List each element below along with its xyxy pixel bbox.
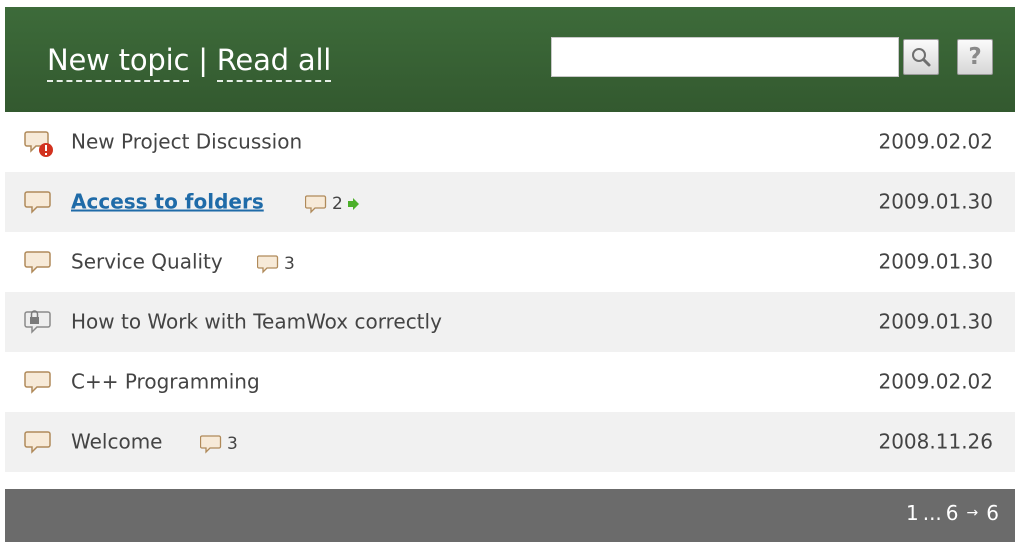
comment-icon xyxy=(24,431,51,454)
page-last-link[interactable]: 6 xyxy=(986,501,999,525)
comment-icon xyxy=(24,251,51,274)
topic-title-link[interactable]: Access to folders xyxy=(71,190,264,214)
topic-date: 2009.01.30 xyxy=(878,249,993,274)
topic-row[interactable]: Service Quality 3 2009.01.30 xyxy=(5,232,1015,292)
reply-count-value: 3 xyxy=(284,254,295,274)
reply-count[interactable]: 2 xyxy=(305,194,363,214)
comment-icon xyxy=(24,371,51,394)
topic-title[interactable]: C++ Programming xyxy=(71,370,260,394)
comment-icon xyxy=(24,191,51,214)
topic-date: 2009.01.30 xyxy=(878,309,993,334)
comment-small-icon xyxy=(305,195,327,214)
forum-header: New topic | Read all ? xyxy=(5,7,1015,112)
header-actions: New topic | Read all xyxy=(47,40,331,82)
page-current: 6 xyxy=(945,501,959,525)
reply-count-value: 2 xyxy=(332,194,343,214)
read-all-link[interactable]: Read all xyxy=(216,43,331,82)
topic-date: 2009.02.02 xyxy=(878,369,993,394)
topic-title[interactable]: New Project Discussion xyxy=(71,130,302,154)
search-input[interactable] xyxy=(551,37,899,77)
topic-date: 2009.02.02 xyxy=(878,129,993,154)
topic-title[interactable]: Service Quality xyxy=(71,250,223,274)
next-arrow-icon[interactable]: → xyxy=(967,505,979,521)
topic-row[interactable]: How to Work with TeamWox correctly 2009.… xyxy=(5,292,1015,352)
forum-panel: New topic | Read all ? New Project Discuss… xyxy=(5,7,1015,542)
topic-row[interactable]: C++ Programming 2009.02.02 xyxy=(5,352,1015,412)
topic-row[interactable]: New Project Discussion 2009.02.02 xyxy=(5,112,1015,172)
comment-small-icon xyxy=(257,255,279,274)
page-first-link[interactable]: 1 xyxy=(906,501,919,525)
reply-count[interactable]: 3 xyxy=(200,434,238,454)
topic-date: 2008.11.26 xyxy=(878,429,993,454)
topic-date: 2009.01.30 xyxy=(878,189,993,214)
search-button[interactable] xyxy=(903,39,939,75)
new-topic-link[interactable]: New topic xyxy=(47,43,189,82)
topic-title[interactable]: How to Work with TeamWox correctly xyxy=(71,310,442,334)
pager: 1 ... 6 → 6 xyxy=(906,501,999,525)
topic-row[interactable]: Access to folders 2 2009.01.30 xyxy=(5,172,1015,232)
comment-alert-icon xyxy=(24,131,53,157)
new-replies-arrow-icon[interactable] xyxy=(346,197,360,211)
topic-row[interactable]: Welcome 3 2008.11.26 xyxy=(5,412,1015,472)
topic-title[interactable]: Welcome xyxy=(71,430,162,454)
reply-count[interactable]: 3 xyxy=(257,254,295,274)
search-icon xyxy=(912,48,931,67)
header-separator: | xyxy=(198,43,208,77)
pagination-footer: 1 ... 6 → 6 xyxy=(5,489,1015,542)
comment-small-icon xyxy=(200,435,222,454)
reply-count-value: 3 xyxy=(227,434,238,454)
page-ellipsis: ... xyxy=(922,501,942,525)
comment-locked-icon xyxy=(24,310,51,334)
help-button[interactable]: ? xyxy=(957,39,993,75)
